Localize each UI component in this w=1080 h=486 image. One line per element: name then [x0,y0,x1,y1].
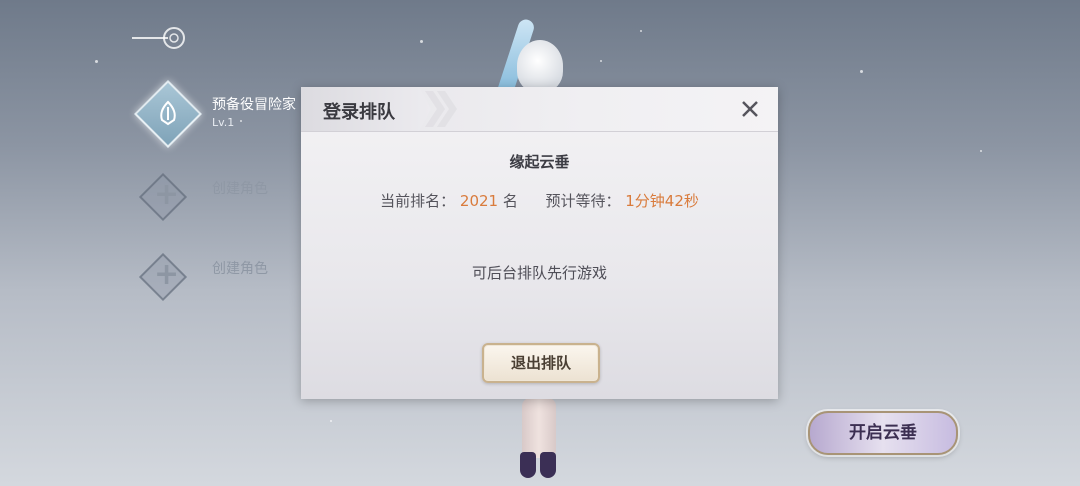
close-icon [742,101,758,117]
character-legs [522,398,556,458]
close-button[interactable] [739,98,761,120]
emblem-icon [156,100,180,131]
wait-value: 1分钟42秒 [625,192,699,210]
rank-unit: 名 [502,192,518,210]
create-character-label: 创建角色 [212,261,268,277]
create-character-label: 创建角色 [212,181,268,197]
background-queue-hint: 可后台排队先行游戏 [471,264,607,282]
exit-queue-button[interactable]: 退出排队 [482,343,600,383]
plus-icon: + [154,177,180,212]
server-name: 缘起云垂 [509,153,570,171]
character-shoe-left [520,452,536,478]
wait-label: 预计等待： [545,192,621,210]
login-queue-dialog: 登录排队 缘起云垂 当前排名： 2021 名 预计等待： 1分钟42秒 可后台排… [301,87,778,399]
back-button[interactable] [130,24,186,52]
character-level: Lv.1 [212,116,235,129]
rank-value: 2021 [459,192,499,210]
character-name: 预备役冒险家 [212,97,296,113]
dialog-header: 登录排队 [301,87,778,132]
rank-label: 当前排名： [380,192,456,210]
character-shoe-right [540,452,556,478]
character-head [517,40,563,92]
queue-status: 当前排名： 2021 名 预计等待： 1分钟42秒 [301,190,778,211]
back-arrow-icon [132,27,185,49]
start-game-button[interactable]: 开启云垂 [808,411,958,455]
dialog-title: 登录排队 [323,102,395,123]
plus-icon: + [154,257,180,292]
